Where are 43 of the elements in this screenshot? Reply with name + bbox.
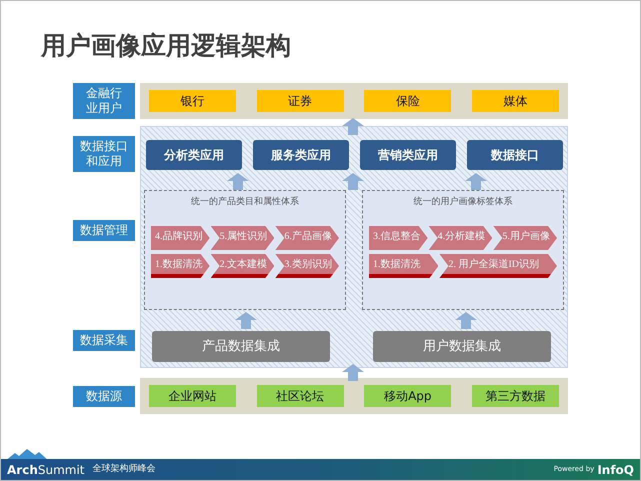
- layer-label: 金融行 业用户: [73, 83, 135, 119]
- layer-label: 数据采集: [73, 330, 135, 351]
- industry-box: 保险: [364, 90, 452, 112]
- process-step: 3.信息整合: [369, 226, 428, 250]
- source-box: 社区论坛: [256, 385, 344, 407]
- app-button[interactable]: 营销类应用: [360, 140, 456, 170]
- source-box: 移动App: [364, 385, 452, 407]
- process-step: 2. 用户全渠道ID识别: [439, 254, 557, 278]
- industry-box: 证券: [256, 90, 344, 112]
- footer-subtitle: 全球架构师峰会: [92, 462, 156, 476]
- process-step: 2.文本建模: [210, 254, 274, 278]
- app-button[interactable]: 分析类应用: [146, 140, 242, 170]
- panel-title: 统一的产品类目和属性体系: [190, 196, 300, 208]
- panel-title: 统一的用户画像标签体系: [412, 196, 514, 208]
- up-arrow-icon: [342, 364, 364, 381]
- up-arrow-icon: [235, 312, 257, 329]
- up-arrow-icon: [227, 173, 249, 190]
- process-step: 6.产品画像: [275, 226, 340, 250]
- app-button[interactable]: 服务类应用: [253, 140, 349, 170]
- industry-box: 银行: [149, 90, 236, 112]
- process-step: 5.用户画像: [493, 226, 558, 250]
- layer-label: 数据源: [73, 386, 135, 406]
- brand-logo: ArchSummit: [7, 462, 85, 478]
- process-step: 5.属性识别: [210, 226, 274, 250]
- up-arrow-icon: [342, 173, 364, 190]
- source-box: 第三方数据: [472, 385, 559, 407]
- process-step: 1.数据清洗: [369, 254, 438, 278]
- integration-box: 产品数据集成: [152, 331, 330, 362]
- up-arrow-icon: [455, 312, 477, 329]
- industry-box: 媒体: [472, 90, 559, 112]
- app-button[interactable]: 数据接口: [467, 140, 563, 170]
- process-step: 3.类别识别: [275, 254, 340, 278]
- layer-label: 数据管理: [73, 220, 135, 241]
- process-step: 1.数据清洗: [151, 254, 210, 278]
- up-arrow-icon: [465, 173, 487, 190]
- layer-label: 数据接口 和应用: [73, 136, 135, 172]
- integration-box: 用户数据集成: [373, 331, 551, 362]
- partner-logo: InfoQ: [597, 462, 634, 478]
- process-step: 4.分析建模: [428, 226, 492, 250]
- slide-title: 用户画像应用逻辑架构: [41, 30, 292, 62]
- process-step: 4.品牌识别: [151, 226, 210, 250]
- source-box: 企业网站: [149, 385, 236, 407]
- up-arrow-icon: [342, 118, 364, 135]
